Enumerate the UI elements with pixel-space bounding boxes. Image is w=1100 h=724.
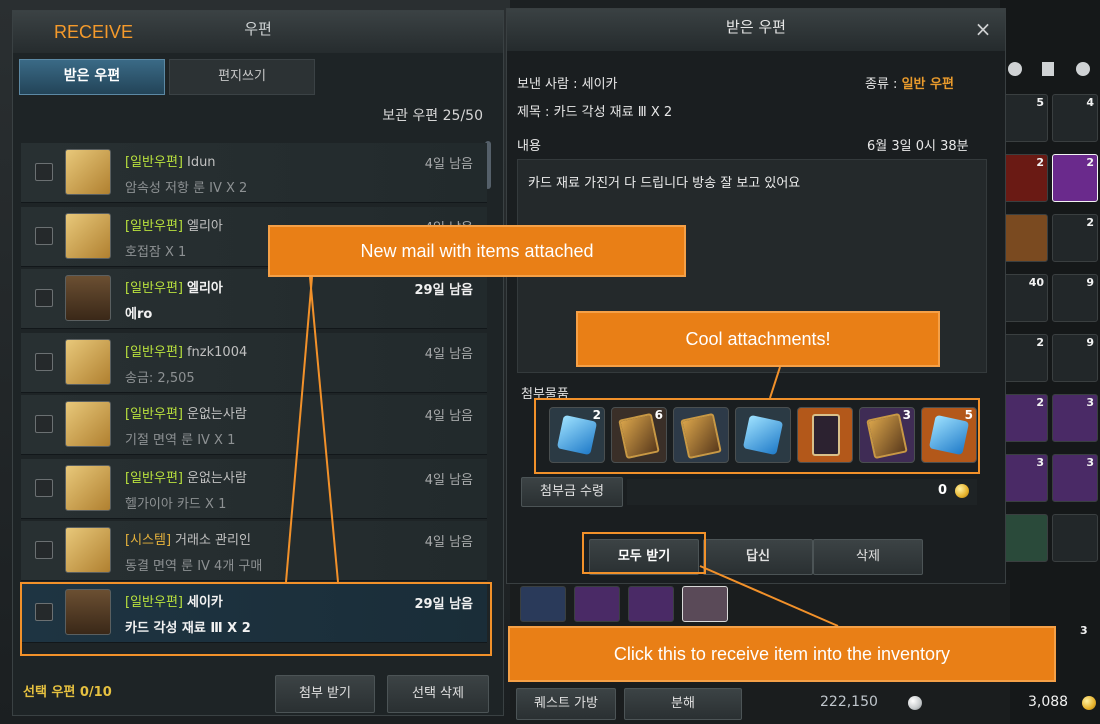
- annotation-cool-attachments: Cool attachments!: [576, 311, 940, 367]
- connector-line: [699, 565, 839, 627]
- connector-line: [769, 366, 781, 399]
- connector-line: [285, 276, 313, 583]
- connector-line: [309, 276, 339, 583]
- annotation-click-receive: Click this to receive item into the inve…: [508, 626, 1056, 682]
- annotation-new-mail: New mail with items attached: [268, 225, 686, 277]
